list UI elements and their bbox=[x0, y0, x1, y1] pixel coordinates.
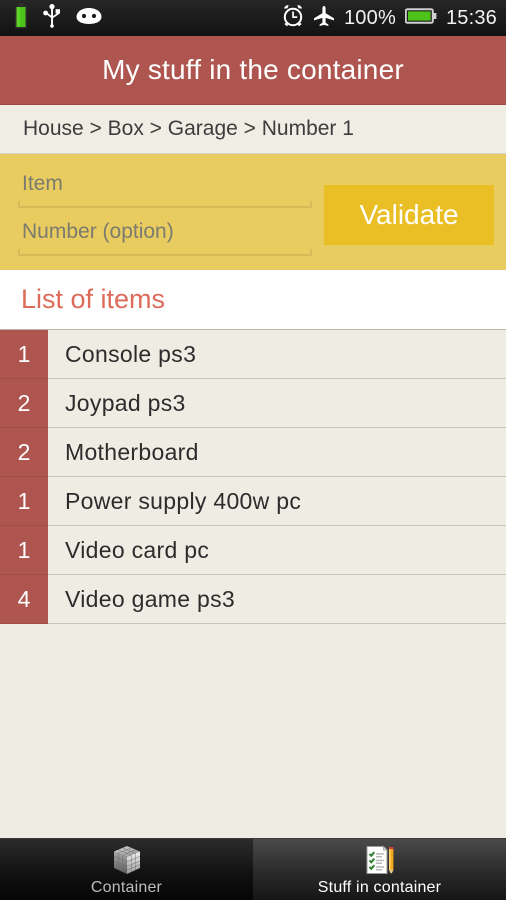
list-item[interactable]: 1 Console ps3 bbox=[0, 330, 506, 379]
number-input[interactable] bbox=[18, 214, 312, 252]
tab-container[interactable]: Container bbox=[0, 839, 253, 900]
status-bar-right-icons: 100% 15:36 bbox=[282, 4, 497, 32]
battery-percent-label: 100% bbox=[343, 6, 396, 29]
battery-horizontal-icon bbox=[404, 7, 437, 30]
android-head-icon bbox=[76, 7, 102, 30]
number-field-wrapper bbox=[18, 214, 312, 258]
app-root: 100% 15:36 My stuff in the container Hou… bbox=[0, 0, 506, 900]
clock-label: 15:36 bbox=[445, 6, 497, 29]
list-item-quantity: 2 bbox=[0, 428, 48, 477]
list-title: List of items bbox=[21, 284, 166, 314]
list-item[interactable]: 4 Video game ps3 bbox=[0, 575, 506, 624]
status-bar: 100% 15:36 bbox=[0, 0, 506, 36]
list-item-name: Power supply 400w pc bbox=[65, 487, 302, 514]
list-item[interactable]: 2 Joypad ps3 bbox=[0, 379, 506, 428]
list-item-quantity: 1 bbox=[0, 330, 48, 379]
item-input[interactable] bbox=[18, 166, 312, 204]
list-item-quantity: 2 bbox=[0, 379, 48, 428]
airplane-mode-icon bbox=[313, 5, 335, 32]
validate-button[interactable]: Validate bbox=[324, 185, 494, 245]
breadcrumb-text: House > Box > Garage > Number 1 bbox=[23, 117, 354, 140]
list-item-name: Console ps3 bbox=[65, 340, 197, 367]
list-item-quantity: 1 bbox=[0, 477, 48, 526]
list-item[interactable]: 2 Motherboard bbox=[0, 428, 506, 477]
list-item-name: Joypad ps3 bbox=[65, 389, 186, 416]
alarm-clock-icon bbox=[282, 4, 304, 32]
form-fields bbox=[18, 164, 312, 260]
list-item[interactable]: 1 Power supply 400w pc bbox=[0, 477, 506, 526]
tab-stuff-in-container[interactable]: Stuff in container bbox=[253, 839, 506, 900]
tab-stuff-label: Stuff in container bbox=[317, 878, 442, 896]
add-item-form: Validate bbox=[0, 154, 506, 270]
list-item[interactable]: 1 Video card pc bbox=[0, 526, 506, 575]
app-title-bar: My stuff in the container bbox=[0, 36, 506, 105]
breadcrumb: House > Box > Garage > Number 1 bbox=[0, 105, 506, 154]
checklist-pencil-icon bbox=[363, 843, 397, 877]
list-item-quantity: 4 bbox=[0, 575, 48, 624]
cube-icon bbox=[110, 843, 144, 877]
list-item-name: Video card pc bbox=[65, 536, 210, 563]
list-item-name: Video game ps3 bbox=[65, 585, 236, 612]
items-list[interactable]: 1 Console ps3 2 Joypad ps3 2 Motherboard 1 Powe… bbox=[0, 330, 506, 838]
list-section-header: List of items bbox=[0, 270, 506, 330]
battery-vertical-icon bbox=[14, 2, 28, 34]
item-field-wrapper bbox=[18, 166, 312, 210]
page-title: My stuff in the container bbox=[102, 54, 404, 85]
usb-icon bbox=[42, 3, 62, 33]
bottom-tab-bar: Container Stuff in container bbox=[0, 838, 506, 900]
status-bar-left-icons bbox=[14, 2, 102, 34]
tab-container-label: Container bbox=[90, 878, 163, 896]
list-item-name: Motherboard bbox=[65, 438, 199, 465]
list-item-quantity: 1 bbox=[0, 526, 48, 575]
